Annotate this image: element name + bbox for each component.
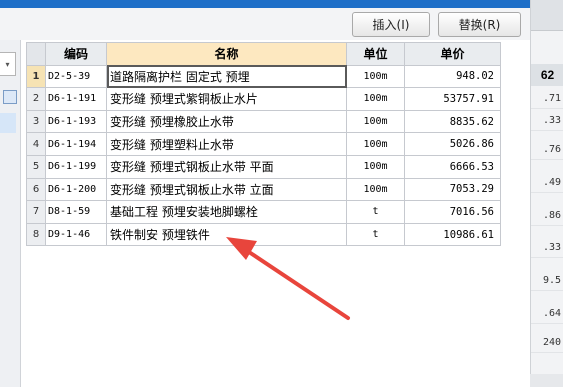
column-header-name[interactable]: 名称 xyxy=(106,42,347,66)
cell-unit[interactable]: 100m xyxy=(346,177,405,202)
cell-name[interactable]: 基础工程 预埋安装地脚螺栓 xyxy=(106,200,347,224)
cell-name[interactable]: 变形缝 预埋式紫铜板止水片 xyxy=(106,87,347,111)
table-row[interactable]: 1 D2-5-39 道路隔离护栏 固定式 预埋 100m 948.02 xyxy=(26,64,501,89)
title-bar xyxy=(0,0,563,8)
cell-code[interactable]: D2-5-39 xyxy=(45,64,107,89)
cell-code[interactable]: D9-1-46 xyxy=(45,222,107,247)
row-number: 2 xyxy=(26,87,46,111)
cell-name[interactable]: 铁件制安 预埋铁件 xyxy=(106,222,347,247)
table-row[interactable]: 2 D6-1-191 变形缝 预埋式紫铜板止水片 100m 53757.91 xyxy=(26,87,501,111)
cell-price[interactable]: 7053.29 xyxy=(404,177,501,202)
left-panel-selected-item[interactable] xyxy=(0,113,16,133)
horizontal-scrollbar[interactable] xyxy=(530,374,563,387)
table-row[interactable]: 3 D6-1-193 变形缝 预埋橡胶止水带 100m 8835.62 xyxy=(26,109,501,134)
right-panel-value: .64 xyxy=(531,304,563,324)
right-panel-value: .33 xyxy=(531,238,563,258)
row-number: 7 xyxy=(26,200,46,224)
table-header-row: 编码 名称 单位 单价 xyxy=(26,42,501,66)
cell-price[interactable]: 53757.91 xyxy=(404,87,501,111)
cell-name[interactable]: 变形缝 预埋塑料止水带 xyxy=(106,132,347,156)
row-number: 3 xyxy=(26,109,46,134)
row-number: 4 xyxy=(26,132,46,156)
cell-code[interactable]: D8-1-59 xyxy=(45,200,107,224)
insert-button[interactable]: 插入(I) xyxy=(352,12,430,37)
cell-name[interactable]: 变形缝 预埋橡胶止水带 xyxy=(106,109,347,134)
cell-unit[interactable]: 100m xyxy=(346,64,405,89)
cell-code[interactable]: D6-1-191 xyxy=(45,87,107,111)
cell-code[interactable]: D6-1-194 xyxy=(45,132,107,156)
cell-price[interactable]: 6666.53 xyxy=(404,154,501,179)
cell-price[interactable]: 7016.56 xyxy=(404,200,501,224)
right-panel-tab[interactable] xyxy=(531,0,563,31)
table-row[interactable]: 6 D6-1-200 变形缝 预埋式钢板止水带 立面 100m 7053.29 xyxy=(26,177,501,202)
row-number: 8 xyxy=(26,222,46,247)
right-panel-value: .33 xyxy=(531,111,563,131)
replace-button[interactable]: 替换(R) xyxy=(438,12,521,37)
tree-icon[interactable] xyxy=(3,90,17,104)
cell-unit[interactable]: 100m xyxy=(346,154,405,179)
table-row[interactable]: 4 D6-1-194 变形缝 预埋塑料止水带 100m 5026.86 xyxy=(26,132,501,156)
row-number: 5 xyxy=(26,154,46,179)
table-row[interactable]: 7 D8-1-59 基础工程 预埋安装地脚螺栓 t 7016.56 xyxy=(26,200,501,224)
table-row[interactable]: 5 D6-1-199 变形缝 预埋式钢板止水带 平面 100m 6666.53 xyxy=(26,154,501,179)
cell-unit[interactable]: 100m xyxy=(346,109,405,134)
column-header-price[interactable]: 单价 xyxy=(404,42,501,66)
row-number: 6 xyxy=(26,177,46,202)
right-panel-value: 240 xyxy=(531,333,563,353)
cell-unit[interactable]: t xyxy=(346,222,405,247)
quota-table: 编码 名称 单位 单价 1 D2-5-39 道路隔离护栏 固定式 预埋 100m… xyxy=(26,42,501,247)
right-panel-value: .86 xyxy=(531,206,563,226)
cell-code[interactable]: D6-1-199 xyxy=(45,154,107,179)
right-panel-value: .76 xyxy=(531,140,563,160)
column-header-code[interactable]: 编码 xyxy=(45,42,107,66)
cell-unit[interactable]: 100m xyxy=(346,132,405,156)
cell-code[interactable]: D6-1-200 xyxy=(45,177,107,202)
row-number: 1 xyxy=(26,64,46,89)
cell-name[interactable]: 变形缝 预埋式钢板止水带 平面 xyxy=(106,154,347,179)
right-panel-value: .49 xyxy=(531,173,563,193)
row-number-header xyxy=(26,42,46,66)
cell-code[interactable]: D6-1-193 xyxy=(45,109,107,134)
right-panel-value: 9.5 xyxy=(531,271,563,291)
cell-price[interactable]: 10986.61 xyxy=(404,222,501,247)
right-panel: 62 .71 .33 .76 .49 .86 .33 9.5 .64 240 xyxy=(530,0,563,387)
cell-unit[interactable]: 100m xyxy=(346,87,405,111)
column-header-unit[interactable]: 单位 xyxy=(346,42,405,66)
cell-price[interactable]: 8835.62 xyxy=(404,109,501,134)
cell-name[interactable]: 道路隔离护栏 固定式 预埋 xyxy=(106,64,347,89)
chevron-down-icon[interactable]: ▾ xyxy=(0,52,16,76)
right-panel-value: .71 xyxy=(531,89,563,109)
cell-name[interactable]: 变形缝 预埋式钢板止水带 立面 xyxy=(106,177,347,202)
cell-unit[interactable]: t xyxy=(346,200,405,224)
right-panel-header: 62 xyxy=(531,64,563,86)
table-row[interactable]: 8 D9-1-46 铁件制安 预埋铁件 t 10986.61 xyxy=(26,222,501,247)
cell-price[interactable]: 948.02 xyxy=(404,64,501,89)
cell-price[interactable]: 5026.86 xyxy=(404,132,501,156)
arrow-shaft xyxy=(244,248,350,320)
